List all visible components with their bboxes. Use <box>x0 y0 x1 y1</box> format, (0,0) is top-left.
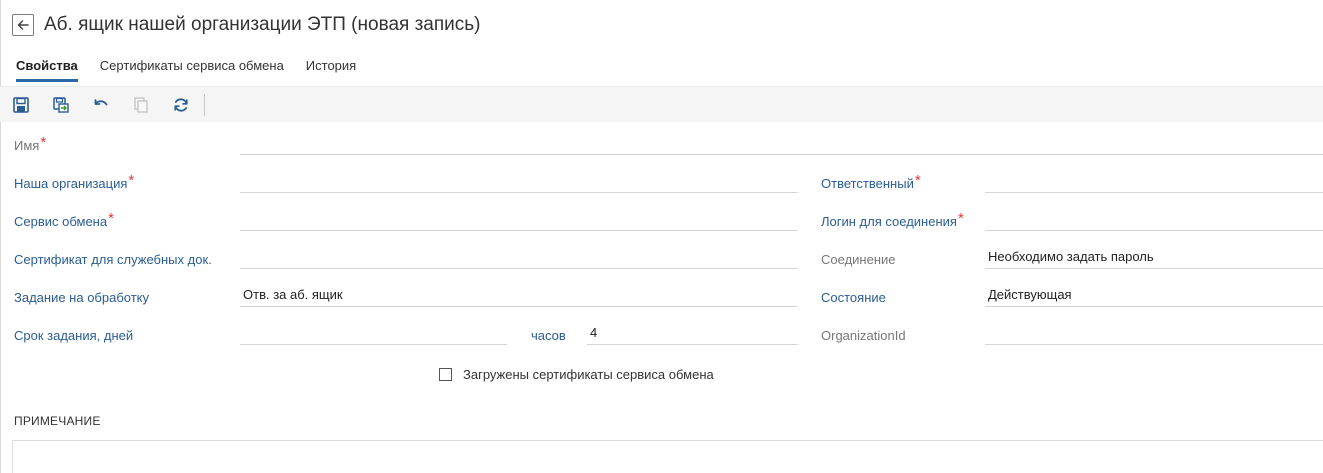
save-and-close-button[interactable] <box>50 94 72 116</box>
header: Аб. ящик нашей организации ЭТП (новая за… <box>12 12 481 38</box>
our-organization-label: Наша организация* <box>14 172 135 191</box>
login-label: Логин для соединения* <box>821 210 964 229</box>
refresh-icon <box>174 97 188 112</box>
our-organization-field[interactable] <box>240 169 798 193</box>
arrow-left-icon <box>17 20 29 30</box>
state-field[interactable]: Действующая <box>985 283 1323 307</box>
task-deadline-label: Срок задания, дней <box>14 328 134 343</box>
undo-icon <box>94 98 108 105</box>
save-and-close-icon <box>53 96 69 113</box>
tab-exchange-certificates[interactable]: Сертификаты сервиса обмена <box>100 52 284 82</box>
note-section-title: ПРИМЕЧАНИЕ <box>14 414 101 428</box>
login-field[interactable] <box>985 207 1323 231</box>
organization-id-field[interactable] <box>985 321 1323 345</box>
tab-bar: Свойства Сертификаты сервиса обмена Исто… <box>0 52 1323 86</box>
tab-properties[interactable]: Свойства <box>16 52 78 82</box>
name-field[interactable] <box>240 131 1323 155</box>
note-textarea[interactable] <box>12 440 1323 473</box>
copy-button[interactable] <box>130 94 152 116</box>
task-deadline-hours-field[interactable]: 4 <box>587 321 798 345</box>
undo-button[interactable] <box>90 94 112 116</box>
save-button[interactable] <box>10 94 32 116</box>
name-label: Имя* <box>14 134 47 153</box>
toolbar-separator <box>204 93 205 116</box>
toolbar <box>0 86 1323 122</box>
organization-id-label: OrganizationId <box>821 328 906 343</box>
certs-loaded-checkbox-row[interactable]: Загружены сертификаты сервиса обмена <box>439 367 714 382</box>
save-icon <box>13 96 29 113</box>
certs-loaded-label: Загружены сертификаты сервиса обмена <box>463 367 714 382</box>
service-certificate-field[interactable] <box>240 245 798 269</box>
copy-icon <box>134 96 148 113</box>
tab-history[interactable]: История <box>306 52 356 82</box>
service-certificate-label: Сертификат для служебных док. <box>14 252 212 267</box>
connection-field[interactable]: Необходимо задать пароль <box>985 245 1323 269</box>
back-button[interactable] <box>12 14 34 36</box>
processing-task-field[interactable]: Отв. за аб. ящик <box>240 283 798 307</box>
exchange-service-label: Сервис обмена* <box>14 210 114 229</box>
certs-loaded-checkbox[interactable] <box>439 368 452 381</box>
processing-task-label: Задание на обработку <box>14 290 150 305</box>
state-label: Состояние <box>821 290 886 305</box>
responsible-label: Ответственный* <box>821 172 921 191</box>
exchange-service-field[interactable] <box>240 207 798 231</box>
responsible-field[interactable] <box>985 169 1323 193</box>
page-title: Аб. ящик нашей организации ЭТП (новая за… <box>44 14 481 35</box>
refresh-button[interactable] <box>170 94 192 116</box>
task-deadline-days-field[interactable] <box>240 321 507 345</box>
connection-label: Соединение <box>821 252 896 267</box>
hours-label: часов <box>531 328 566 343</box>
